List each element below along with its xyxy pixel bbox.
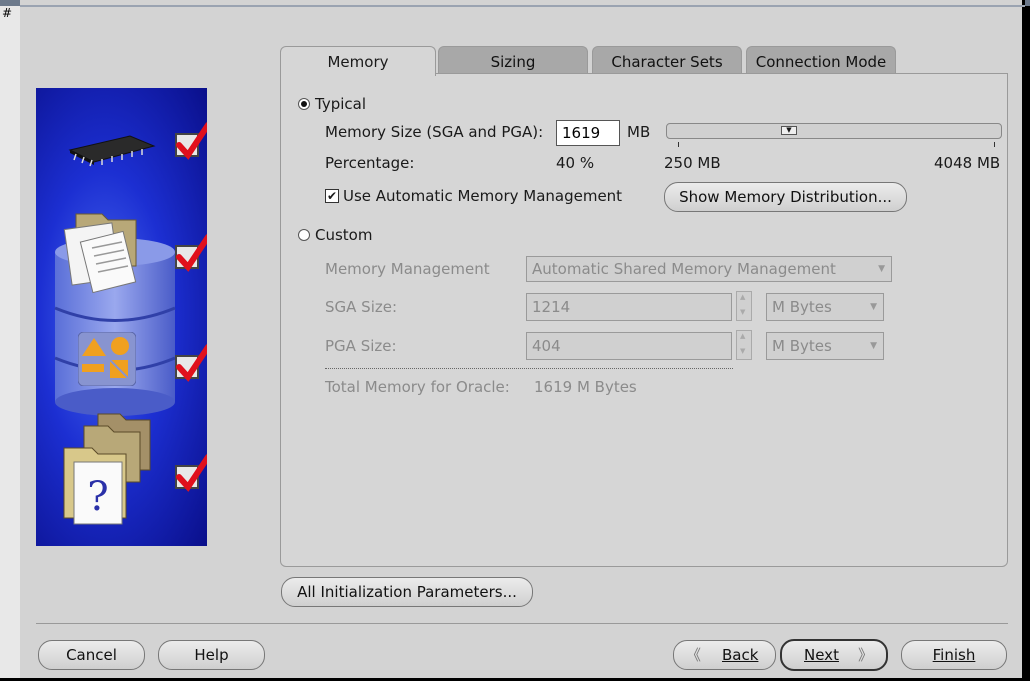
amm-label: Use Automatic Memory Management (343, 187, 623, 205)
help-document-icon: ? (63, 413, 151, 525)
tab-memory[interactable]: Memory (280, 46, 436, 76)
total-memory-label: Total Memory for Oracle: (325, 378, 510, 396)
percentage-label: Percentage: (325, 154, 415, 172)
memory-size-input[interactable]: 1619 (556, 120, 620, 146)
slider-thumb[interactable]: ▼ (781, 126, 797, 135)
wizard-steps-illustration: ? (36, 88, 207, 546)
memory-unit-label: MB (627, 123, 651, 141)
title-bar-highlight (20, 5, 1025, 7)
sga-size-input[interactable]: 1214 (526, 293, 732, 321)
slider-tick-min (678, 142, 679, 147)
step-4-checked-icon (175, 454, 207, 492)
sga-size-label: SGA Size: (325, 298, 398, 316)
chevron-down-icon: ▼ (870, 302, 877, 312)
tab-sizing[interactable]: Sizing (438, 46, 588, 74)
chevron-left-icon: 《 (686, 646, 702, 664)
typical-label: Typical (315, 95, 366, 113)
percentage-value: 40 % (556, 154, 595, 172)
slider-max-label: 4048 MB (934, 154, 1001, 172)
back-label: Back (722, 646, 759, 664)
total-separator (325, 368, 733, 369)
svg-text:?: ? (87, 474, 108, 520)
shapes-icon (78, 332, 136, 386)
sga-unit-value: M Bytes (772, 298, 832, 316)
memory-size-slider[interactable] (666, 123, 1002, 139)
pga-size-label: PGA Size: (325, 337, 397, 355)
step-3-checked-icon (175, 344, 207, 382)
memory-size-label: Memory Size (SGA and PGA): (325, 123, 544, 141)
tab-character-sets[interactable]: Character Sets (592, 46, 742, 74)
tab-connection-mode[interactable]: Connection Mode (746, 46, 896, 74)
custom-label: Custom (315, 226, 373, 244)
finish-button[interactable]: Finish (901, 640, 1007, 670)
memory-management-select[interactable]: Automatic Shared Memory Management ▼ (526, 256, 892, 282)
sga-size-spinner[interactable] (736, 291, 752, 321)
corner-mark: # (2, 6, 13, 20)
chevron-right-icon: 》 (858, 646, 874, 664)
footer-separator (36, 623, 1008, 624)
pga-unit-select[interactable]: M Bytes ▼ (766, 332, 884, 360)
desktop-strip (0, 0, 20, 681)
pga-size-input[interactable]: 404 (526, 332, 732, 360)
memory-management-value: Automatic Shared Memory Management (532, 260, 836, 278)
custom-radio[interactable] (298, 229, 310, 241)
memory-chip-icon (68, 135, 156, 167)
show-memory-distribution-button[interactable]: Show Memory Distribution... (664, 182, 907, 212)
total-memory-value: 1619 M Bytes (534, 378, 637, 396)
slider-tick-max (994, 142, 995, 147)
typical-radio[interactable] (298, 98, 310, 110)
help-button[interactable]: Help (158, 640, 265, 670)
chevron-down-icon: ▼ (878, 264, 885, 274)
sga-unit-select[interactable]: M Bytes ▼ (766, 293, 884, 321)
chevron-down-icon: ▼ (870, 341, 877, 351)
cancel-button[interactable]: Cancel (38, 640, 145, 670)
step-1-checked-icon (175, 122, 207, 160)
next-button[interactable]: Next 》 (780, 639, 888, 671)
all-initialization-parameters-button[interactable]: All Initialization Parameters... (281, 577, 533, 607)
step-2-checked-icon (175, 234, 207, 272)
pga-size-spinner[interactable] (736, 330, 752, 360)
slider-min-label: 250 MB (664, 154, 721, 172)
pga-unit-value: M Bytes (772, 337, 832, 355)
next-label: Next (804, 646, 839, 664)
amm-checkbox[interactable]: ✔ (325, 189, 339, 203)
memory-management-label: Memory Management (325, 260, 490, 278)
documents-folder-icon (63, 213, 137, 294)
back-button[interactable]: 《 Back (673, 640, 776, 670)
